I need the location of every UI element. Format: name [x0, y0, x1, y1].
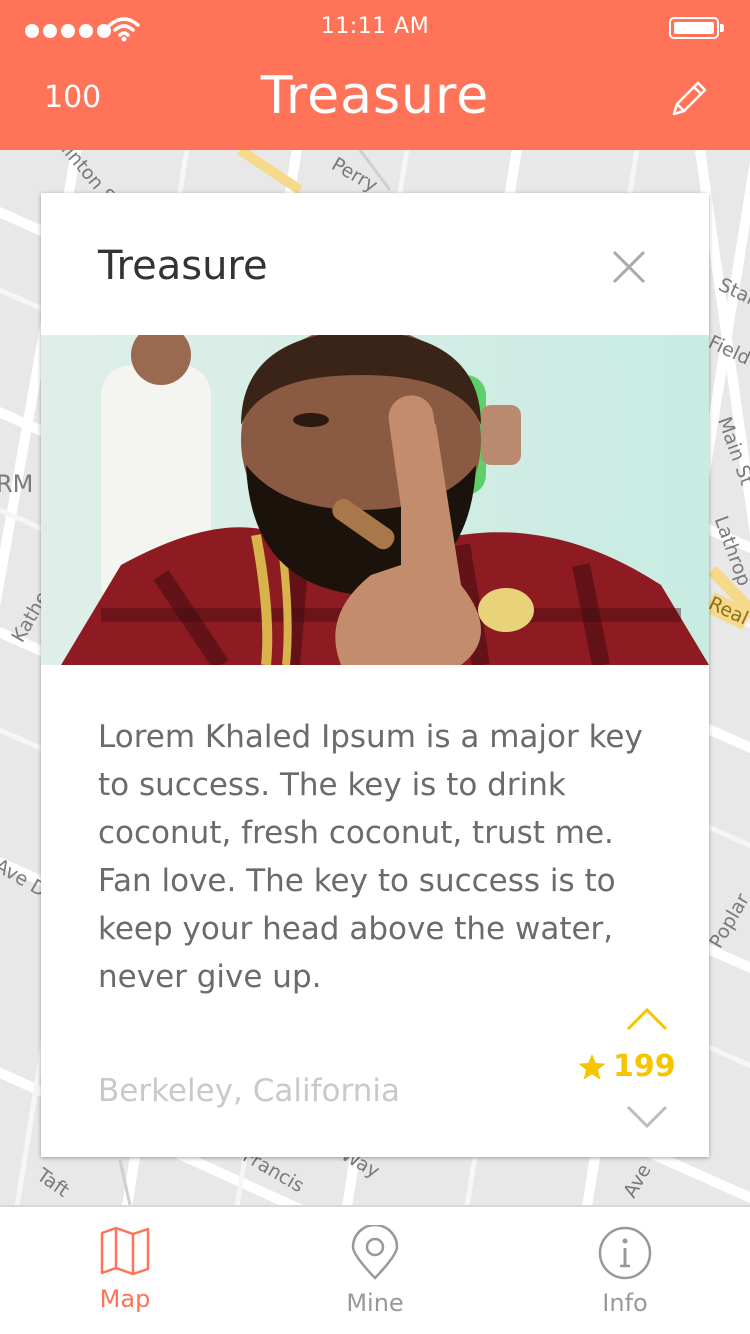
tab-label-map: Map	[99, 1285, 151, 1313]
page-title: Treasure	[260, 66, 490, 126]
tab-map[interactable]: Map	[50, 1225, 200, 1313]
vote-count: 199	[577, 1049, 676, 1084]
tab-label-mine: Mine	[346, 1289, 404, 1317]
card-location: Berkeley, California	[98, 1073, 400, 1109]
map-label: RM	[0, 470, 34, 498]
tab-label-info: Info	[602, 1289, 648, 1317]
vote-count-value: 199	[613, 1049, 676, 1084]
battery-icon	[669, 17, 724, 39]
close-icon[interactable]	[611, 249, 647, 285]
treasure-photo	[41, 335, 709, 665]
downvote-chevron-icon[interactable]	[625, 1103, 669, 1131]
status-time: 11:11 AM	[320, 14, 430, 39]
photo-illustration	[41, 335, 709, 665]
info-icon	[598, 1226, 652, 1280]
edit-pencil-icon[interactable]	[668, 78, 710, 120]
card-description: Lorem Khaled Ipsum is a major key to suc…	[98, 719, 643, 995]
location-pin-icon	[351, 1225, 399, 1280]
app-header: 11:11 AM 100 Treasure	[0, 0, 750, 150]
star-icon	[578, 1053, 606, 1079]
map-icon	[100, 1226, 150, 1276]
treasure-card: Treasure Lorem Khaled Ipsum is a major k…	[41, 193, 709, 1157]
bottom-tab-bar: Map Mine Info	[0, 1205, 750, 1334]
card-title: Treasure	[98, 243, 268, 289]
tab-mine[interactable]: Mine	[300, 1225, 450, 1317]
tab-info[interactable]: Info	[550, 1225, 700, 1317]
upvote-chevron-icon[interactable]	[625, 1005, 669, 1033]
status-bar: 11:11 AM	[0, 0, 750, 58]
